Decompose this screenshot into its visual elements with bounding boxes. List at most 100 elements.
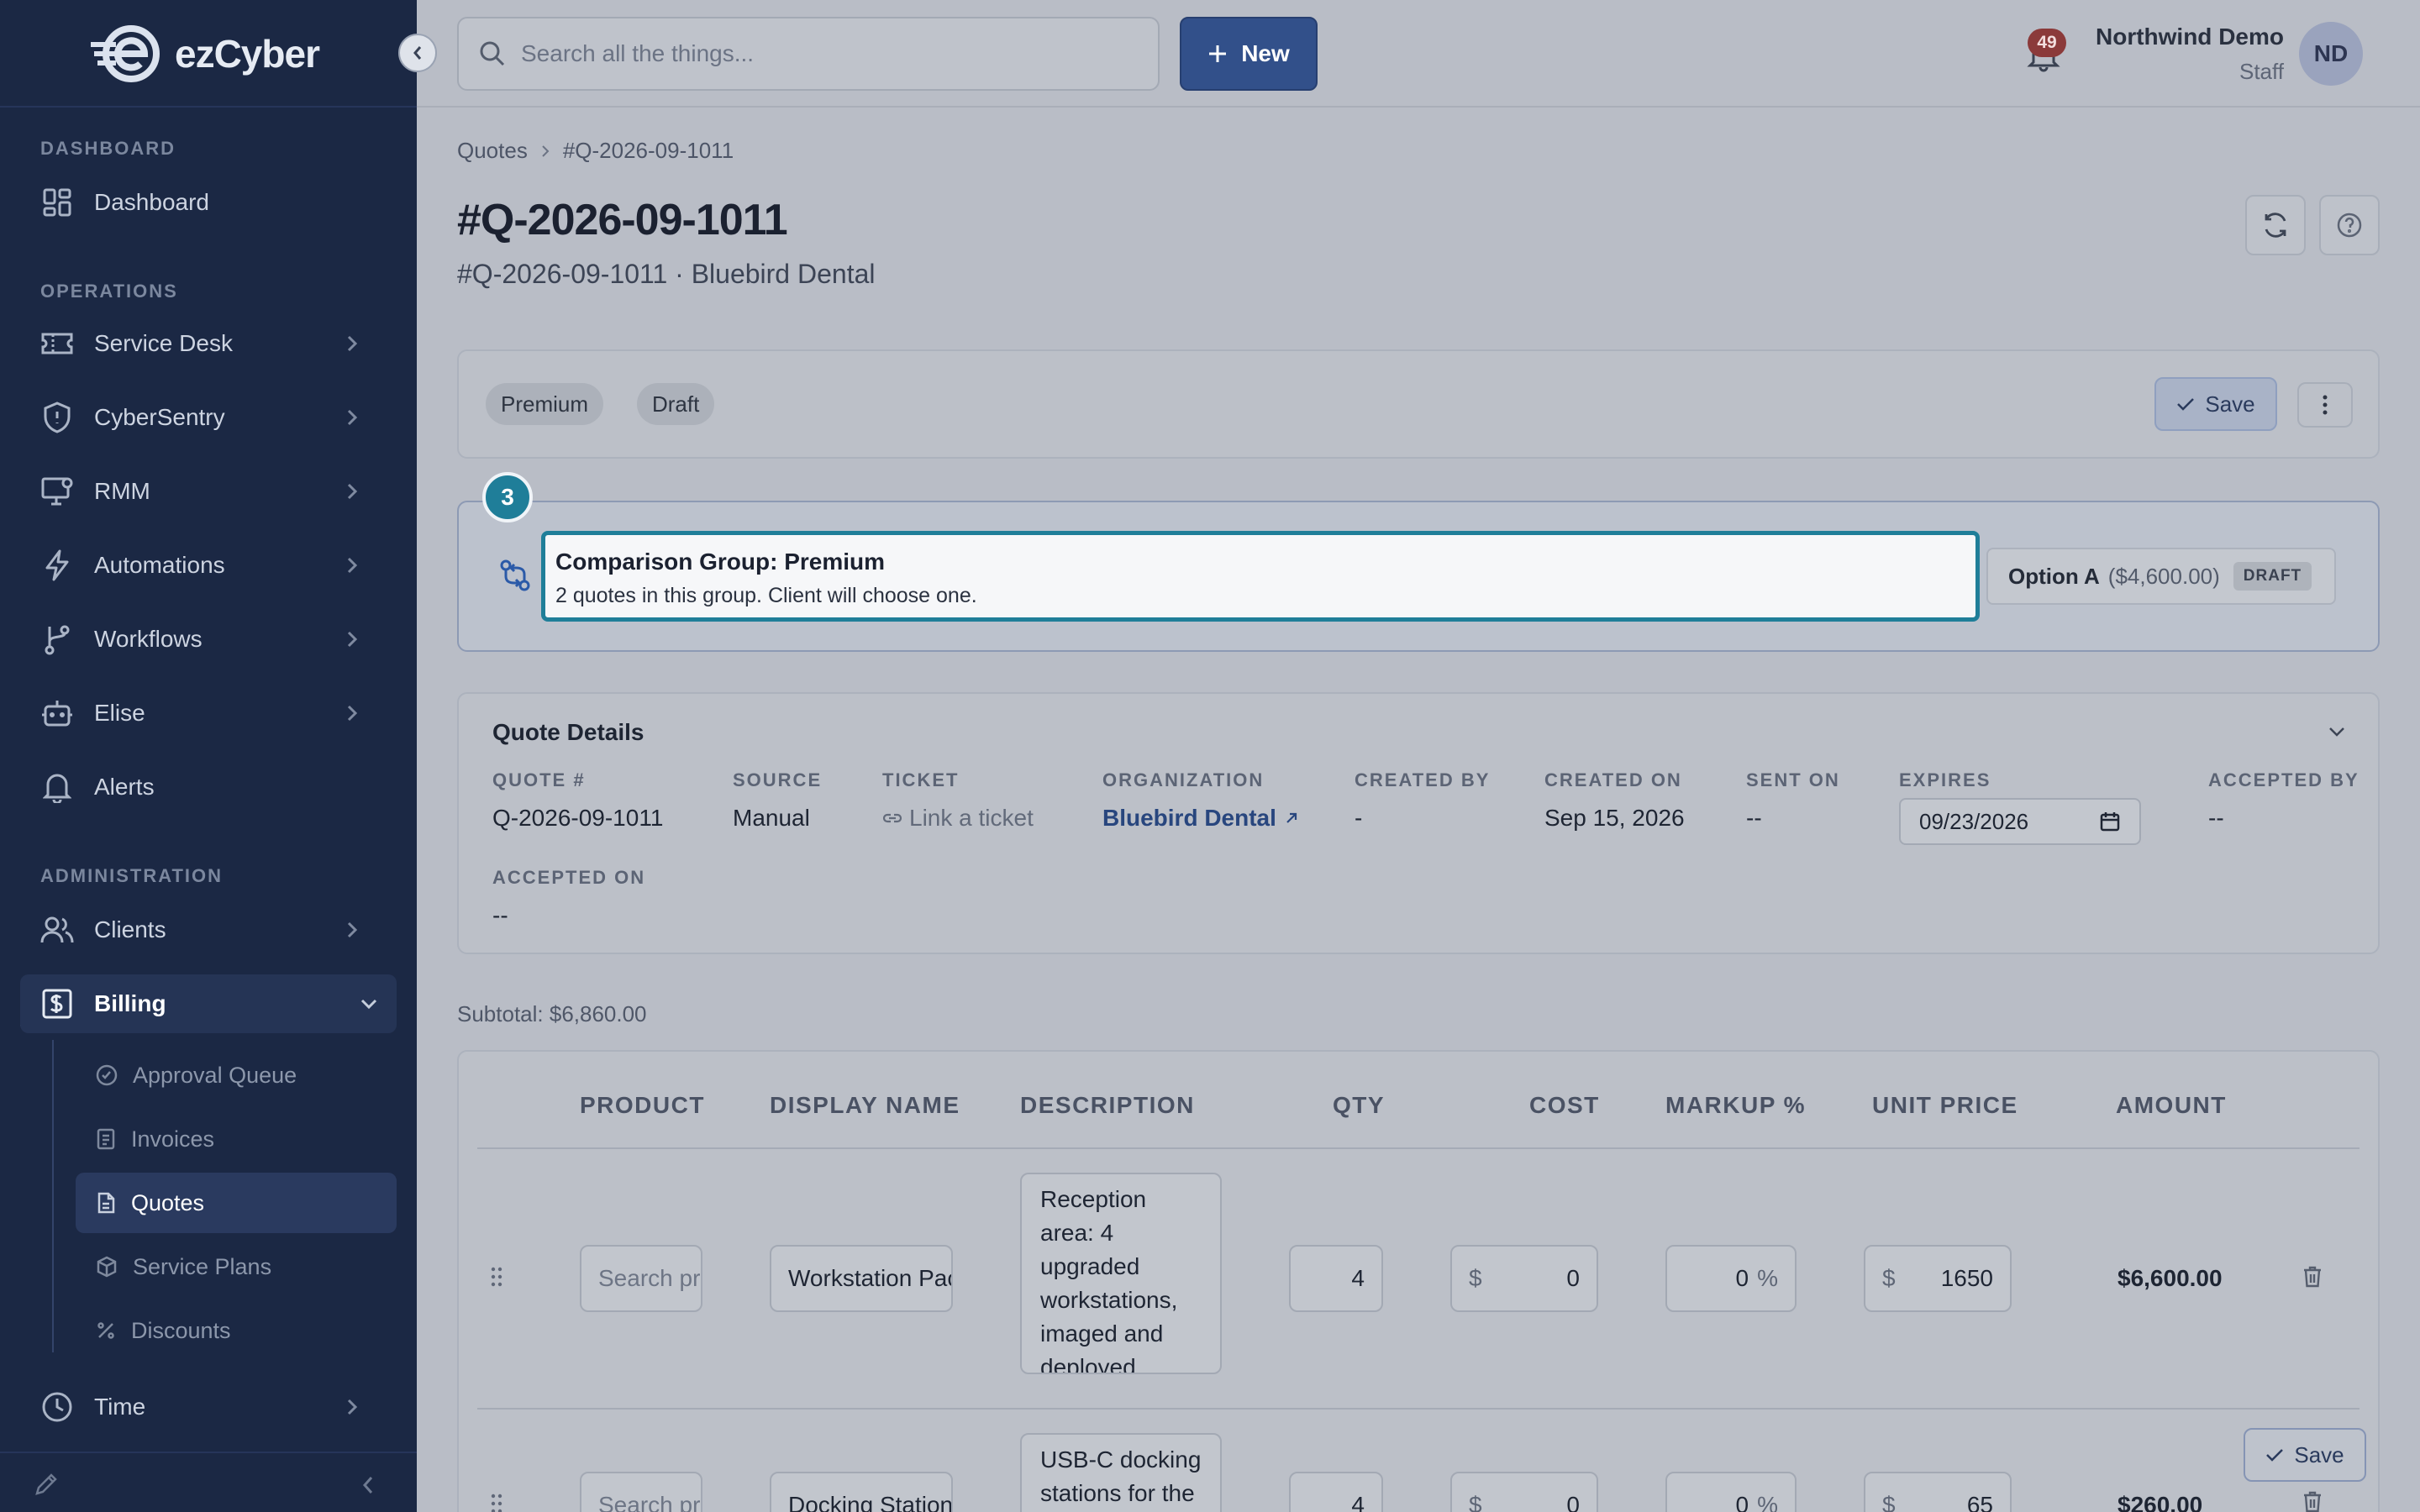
field-value: Manual [733, 805, 810, 831]
sidebar-item-workflows[interactable]: Workflows [40, 610, 376, 669]
sidebar-subitem-invoices[interactable]: Invoices [76, 1109, 397, 1169]
product-search-input[interactable]: Search products [580, 1472, 702, 1512]
chevron-right-icon [347, 631, 358, 648]
drag-handle-icon[interactable] [491, 1494, 502, 1512]
qty-input[interactable]: 4 [1289, 1245, 1383, 1312]
brand-logo[interactable]: ezCyber [91, 22, 320, 86]
sidebar-subitem-service-plans[interactable]: Service Plans [76, 1236, 397, 1297]
field-value: -- [1746, 805, 1762, 831]
sidebar-subitem-approval-queue[interactable]: Approval Queue [76, 1045, 397, 1105]
monitor-icon [40, 475, 74, 508]
unit-price-input[interactable]: $65 [1864, 1472, 2012, 1512]
help-button[interactable] [2319, 195, 2380, 255]
organization-link[interactable]: Bluebird Dental [1102, 805, 1298, 832]
sidebar-item-rmm[interactable]: RMM [40, 462, 376, 521]
display-name-input[interactable]: Docking Station [770, 1472, 953, 1512]
sidebar-item-label: CyberSentry [94, 404, 225, 430]
row-amount: $6,600.00 [2118, 1265, 2223, 1291]
branch-icon [40, 622, 74, 656]
field-value: Link a ticket [909, 805, 1034, 831]
row-save-button[interactable]: Save [2244, 1428, 2366, 1482]
trash-icon[interactable] [2302, 1490, 2323, 1512]
calendar-icon[interactable] [2099, 811, 2121, 832]
percent-icon [97, 1322, 114, 1339]
pencil-icon[interactable] [34, 1472, 59, 1497]
sidebar-item-billing[interactable]: Billing [20, 974, 397, 1033]
sidebar-item-time[interactable]: Time [40, 1378, 376, 1436]
search-placeholder: Search all the things... [521, 40, 755, 66]
markup-input[interactable]: 0% [1665, 1472, 1797, 1512]
markup-input[interactable]: 0% [1665, 1245, 1797, 1312]
plus-icon [1209, 45, 1227, 62]
line-items-card [457, 1050, 2380, 1512]
top-bar: Search all the things... New 49 Northwin… [417, 0, 2420, 108]
row-save-label: Save [2294, 1441, 2344, 1467]
comparison-group-info[interactable]: Comparison Group: Premium 2 quotes in th… [541, 531, 1980, 622]
breadcrumb-current: #Q-2026-09-1011 [562, 138, 734, 163]
sidebar-item-cybersentry[interactable]: CyberSentry [40, 388, 376, 447]
breadcrumb-link-quotes[interactable]: Quotes [457, 138, 528, 164]
cost-input[interactable]: $0 [1450, 1472, 1598, 1512]
sidebar-item-dashboard[interactable]: Dashboard [40, 173, 376, 232]
sidebar-item-alerts[interactable]: Alerts [40, 758, 376, 816]
refresh-button[interactable] [2245, 195, 2306, 255]
field-label: CREATED ON [1544, 769, 1682, 790]
product-search-input[interactable]: Search products [580, 1245, 702, 1312]
description-textarea[interactable]: Reception area: 4 upgraded workstations,… [1020, 1173, 1222, 1374]
notification-count-badge: 49 [2028, 29, 2066, 57]
quote-details-title: Quote Details [492, 719, 644, 745]
chevron-right-icon [347, 335, 358, 352]
external-link-icon [1286, 812, 1297, 823]
row-amount: $260.00 [2118, 1492, 2203, 1512]
qty-input[interactable]: 4 [1289, 1472, 1383, 1512]
expires-date-input[interactable]: 09/23/2026 [1899, 798, 2141, 845]
sidebar-item-clients[interactable]: Clients [40, 900, 376, 959]
chevron-right-icon [347, 557, 358, 574]
sidebar-subitem-quotes[interactable]: Quotes [76, 1173, 397, 1233]
option-chip[interactable]: Option A ($4,600.00) DRAFT [1986, 548, 2336, 605]
field-accepted-by: ACCEPTED BY -- [2208, 769, 2360, 832]
trash-icon[interactable] [2302, 1265, 2323, 1289]
sidebar-item-automations[interactable]: Automations [40, 536, 376, 595]
sidebar-subitem-label: Quotes [131, 1189, 205, 1215]
field-value: Bluebird Dental [1102, 805, 1276, 831]
new-button[interactable]: New [1180, 17, 1318, 91]
sidebar-item-service-desk[interactable]: Service Desk [40, 314, 376, 373]
field-created-on: CREATED ON Sep 15, 2026 [1544, 769, 1685, 832]
lightning-icon [40, 549, 74, 582]
sidebar-collapse-button[interactable] [398, 34, 437, 72]
bell-icon [40, 770, 74, 804]
column-header-amount: AMOUNT [2116, 1092, 2227, 1118]
avatar[interactable]: ND [2299, 22, 2363, 86]
sidebar-item-elise[interactable]: Elise [40, 684, 376, 743]
status-card: Premium Draft [457, 349, 2380, 459]
sidebar-subitem-discounts[interactable]: Discounts [76, 1300, 397, 1361]
sidebar-item-label: Service Desk [94, 330, 233, 356]
package-icon [97, 1256, 117, 1278]
cost-input[interactable]: $0 [1450, 1245, 1598, 1312]
display-name-input[interactable]: Workstation Package [770, 1245, 953, 1312]
option-price: ($4,600.00) [2107, 563, 2220, 589]
kebab-icon [2323, 395, 2328, 415]
save-button[interactable]: Save [2154, 377, 2277, 431]
field-accepted-on: ACCEPTED ON -- [492, 867, 645, 929]
shield-icon [40, 401, 74, 434]
more-options-button[interactable] [2297, 382, 2353, 428]
new-button-label: New [1241, 40, 1290, 66]
chevron-right-icon [347, 409, 358, 426]
chevron-left-icon[interactable] [361, 1475, 375, 1495]
chevron-down-icon[interactable] [2328, 726, 2346, 738]
qty-value: 4 [1351, 1492, 1365, 1512]
link-ticket-link[interactable]: Link a ticket [882, 805, 1034, 832]
dashboard-icon [40, 186, 74, 219]
drag-handle-icon[interactable] [491, 1267, 502, 1287]
unit-price-input[interactable]: $1650 [1864, 1245, 2012, 1312]
search-input[interactable]: Search all the things... [457, 17, 1160, 91]
billing-icon [40, 987, 74, 1021]
table-header-divider [477, 1147, 2360, 1149]
description-textarea[interactable]: USB-C docking stations for the [1020, 1433, 1222, 1512]
field-created-by: CREATED BY - [1355, 769, 1490, 832]
column-header-cost: COST [1529, 1092, 1600, 1118]
status-badge: Draft [637, 383, 715, 425]
column-header-description: DESCRIPTION [1020, 1092, 1195, 1118]
